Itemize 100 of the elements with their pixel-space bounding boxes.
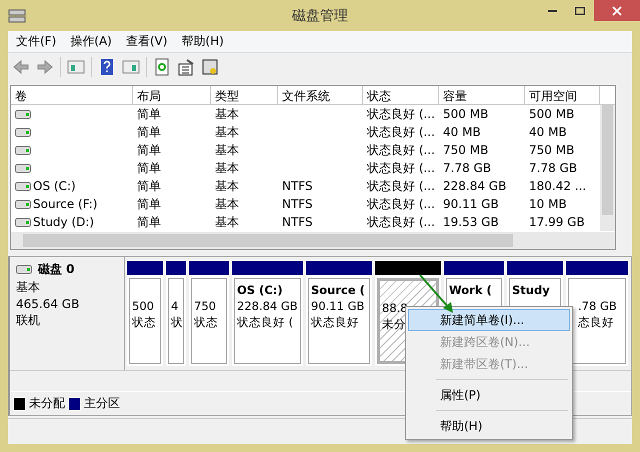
partition-bar: [444, 261, 504, 275]
vertical-scrollbar[interactable]: [600, 105, 615, 231]
partition-bar: [166, 261, 186, 275]
table-cell: Source (F:): [33, 197, 98, 211]
partition-text: 未分: [382, 317, 407, 332]
table-cell-text: 简单: [136, 124, 162, 140]
drive-icon: [15, 182, 31, 190]
table-cell-text: 40 MB: [528, 125, 568, 139]
disk-type: 基本: [16, 279, 41, 296]
partition-block[interactable]: 500 状态: [129, 278, 161, 364]
disk-name: 磁盘 0: [38, 261, 75, 278]
partition-block[interactable]: Source ( 90.11 GB 状态良好: [308, 278, 370, 364]
table-cell-text: 90.11 GB: [442, 197, 500, 211]
table-cell-text: 状态良好 (...: [366, 214, 436, 230]
partition-block[interactable]: OS (C:) 228.84 GB 状态良好 (: [234, 278, 301, 364]
partition-title: Work (: [449, 283, 493, 297]
table-cell-text: 10 MB: [528, 197, 568, 211]
partition-block[interactable]: 750 状态: [191, 278, 227, 364]
partition-title: Study: [512, 283, 551, 297]
partition-bar: [507, 261, 563, 275]
pane-icon[interactable]: [122, 58, 140, 76]
partition-text: 态良好: [578, 315, 615, 330]
drive-icon: [15, 110, 31, 118]
partition-bar: [127, 261, 163, 275]
partition-text: 状态: [194, 315, 219, 330]
table-cell-text: 状态良好 (...: [366, 160, 436, 176]
table-cell-text: NTFS: [281, 215, 314, 229]
table-cell-text: 状态良好 (...: [366, 142, 436, 158]
partition-text: 状: [171, 315, 181, 330]
properties-icon[interactable]: [177, 58, 195, 76]
window-title: 磁盘管理: [291, 7, 349, 25]
table-cell: Study (D:): [33, 215, 94, 229]
table-cell-text: 基本: [214, 124, 240, 140]
partition-text: 750: [194, 299, 217, 313]
table-cell-text: 19.53 GB: [442, 215, 500, 229]
drive-icon: [15, 146, 31, 154]
partition-text: 90.11 GB: [311, 299, 366, 313]
table-cell-text: 基本: [214, 142, 240, 158]
menu-item[interactable]: 文件(F): [16, 33, 56, 50]
table-cell-text: 17.99 GB: [528, 215, 586, 229]
menu-item[interactable]: 操作(A): [70, 33, 112, 50]
partition-bar: [306, 261, 372, 275]
disk-status: 联机: [16, 312, 41, 329]
minimize-icon: [548, 10, 556, 12]
partition-text: 500: [132, 299, 155, 313]
table-cell-text: 基本: [214, 160, 240, 176]
partition-text: 状态良好: [311, 315, 360, 330]
table-cell-text: 状态良好 (...: [366, 106, 436, 122]
close-button[interactable]: [594, 0, 640, 21]
partition-text: .78 GB: [578, 299, 618, 313]
partition-bar: [375, 261, 441, 275]
drive-icon: [15, 164, 31, 172]
table-cell-text: 简单: [136, 214, 162, 230]
table-cell-text: 7.78 GB: [528, 161, 578, 175]
horizontal-scrollbar[interactable]: [11, 232, 615, 249]
table-cell-text: 500 MB: [528, 107, 576, 121]
pane-icon[interactable]: [67, 58, 85, 76]
partition-block[interactable]: .78 GB 态良好: [568, 278, 626, 364]
table-cell-text: 状态良好 (...: [366, 124, 436, 140]
disk-app-icon: [8, 8, 26, 24]
partition-text: 状态良好 (: [237, 315, 294, 330]
forward-arrow-icon[interactable]: [36, 58, 54, 76]
partition-title: OS (C:): [237, 283, 284, 297]
menu-item[interactable]: 新建简单卷(I)...: [408, 309, 570, 331]
menu-item[interactable]: 查看(V): [126, 33, 168, 50]
legend-label: 主分区: [84, 395, 120, 412]
partition-bar: [566, 261, 628, 275]
close-icon: [612, 6, 622, 16]
table-cell-text: 基本: [214, 178, 240, 194]
partition-bar: [232, 261, 303, 275]
drive-icon: [15, 200, 31, 208]
back-arrow-icon[interactable]: [12, 58, 30, 76]
partition-block[interactable]: 4 状: [168, 278, 184, 364]
table-cell-text: 500 MB: [442, 107, 490, 121]
table-cell-text: 228.84 GB: [442, 179, 508, 193]
partition-text: 状态: [132, 315, 157, 330]
legend-label: 未分配: [29, 395, 65, 412]
table-cell-text: 基本: [214, 196, 240, 212]
drive-icon: [15, 218, 31, 226]
table-cell-text: 180.42 ...: [528, 179, 588, 193]
table-cell-text: 7.78 GB: [442, 161, 492, 175]
menu-item[interactable]: 帮助(H): [181, 33, 224, 50]
partition-bar: [189, 261, 229, 275]
table-cell-text: 简单: [136, 106, 162, 122]
menu-item[interactable]: 帮助(H): [408, 415, 570, 437]
refresh-icon[interactable]: [153, 58, 171, 76]
table-cell-text: 750 MB: [442, 143, 490, 157]
partition-title: Source (: [311, 283, 366, 297]
table-cell-text: 基本: [214, 214, 240, 230]
table-cell-text: 状态良好 (...: [366, 196, 436, 212]
table-cell-text: 简单: [136, 178, 162, 194]
table-cell-text: 基本: [214, 106, 240, 122]
table-cell-text: 简单: [136, 142, 162, 158]
menu-item[interactable]: 属性(P): [408, 384, 570, 406]
drive-icon: [15, 128, 31, 136]
help-icon[interactable]: [98, 58, 116, 76]
table-cell: OS (C:): [33, 179, 76, 193]
table-cell-text: 简单: [136, 196, 162, 212]
table-cell-text: 简单: [136, 160, 162, 176]
maximize-icon: [575, 6, 585, 14]
